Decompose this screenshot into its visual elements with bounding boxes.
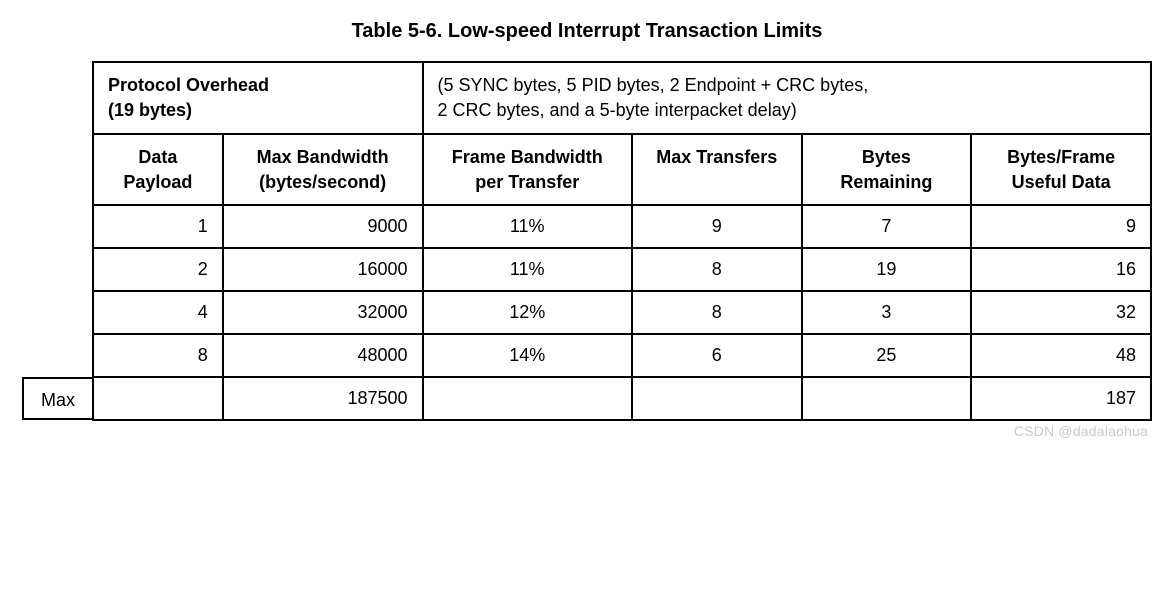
cell-useful: 187 — [971, 377, 1151, 420]
cell-frame-bw: 11% — [423, 205, 632, 248]
cell-max-bw: 32000 — [223, 291, 423, 334]
protocol-overhead-bytes: (19 bytes) — [108, 100, 192, 120]
cell-payload — [93, 377, 223, 420]
col-max-transfers: Max Transfers — [632, 134, 802, 205]
protocol-overhead-row: Protocol Overhead (19 bytes) (5 SYNC byt… — [93, 62, 1151, 134]
column-header-row: Data Payload Max Bandwidth (bytes/second… — [93, 134, 1151, 205]
cell-payload: 1 — [93, 205, 223, 248]
cell-useful: 9 — [971, 205, 1151, 248]
cell-frame-bw: 11% — [423, 248, 632, 291]
cell-bytes-rem: 7 — [802, 205, 972, 248]
cell-max-xfer — [632, 377, 802, 420]
cell-bytes-rem: 3 — [802, 291, 972, 334]
cell-max-xfer: 8 — [632, 248, 802, 291]
col-bytes-remaining: Bytes Remaining — [802, 134, 972, 205]
cell-max-xfer: 6 — [632, 334, 802, 377]
watermark: CSDN @dadalaohua — [22, 423, 1152, 439]
protocol-overhead-desc-2: 2 CRC bytes, and a 5-byte interpacket de… — [438, 100, 797, 120]
protocol-overhead-desc-1: (5 SYNC bytes, 5 PID bytes, 2 Endpoint +… — [438, 75, 869, 95]
table-caption: Table 5-6. Low-speed Interrupt Transacti… — [22, 20, 1152, 43]
cell-payload: 8 — [93, 334, 223, 377]
cell-max-xfer: 8 — [632, 291, 802, 334]
table-figure: Table 5-6. Low-speed Interrupt Transacti… — [22, 20, 1152, 439]
cell-bytes-rem: 25 — [802, 334, 972, 377]
protocol-overhead-label: Protocol Overhead — [108, 75, 269, 95]
cell-max-bw: 48000 — [223, 334, 423, 377]
protocol-overhead-desc-cell: (5 SYNC bytes, 5 PID bytes, 2 Endpoint +… — [423, 62, 1151, 134]
table-row: 8 48000 14% 6 25 48 — [93, 334, 1151, 377]
cell-bytes-rem: 19 — [802, 248, 972, 291]
table-row: 4 32000 12% 8 3 32 — [93, 291, 1151, 334]
cell-frame-bw — [423, 377, 632, 420]
cell-useful: 32 — [971, 291, 1151, 334]
table-row: 2 16000 11% 8 19 16 — [93, 248, 1151, 291]
cell-max-bw: 9000 — [223, 205, 423, 248]
cell-max-xfer: 9 — [632, 205, 802, 248]
cell-frame-bw: 14% — [423, 334, 632, 377]
col-max-bandwidth: Max Bandwidth (bytes/second) — [223, 134, 423, 205]
table-row: 1 9000 11% 9 7 9 — [93, 205, 1151, 248]
cell-payload: 4 — [93, 291, 223, 334]
cell-bytes-rem — [802, 377, 972, 420]
protocol-overhead-label-cell: Protocol Overhead (19 bytes) — [93, 62, 423, 134]
max-row-label: Max — [22, 377, 92, 420]
col-data-payload: Data Payload — [93, 134, 223, 205]
cell-useful: 48 — [971, 334, 1151, 377]
cell-useful: 16 — [971, 248, 1151, 291]
col-frame-bandwidth: Frame Bandwidth per Transfer — [423, 134, 632, 205]
cell-max-bw: 16000 — [223, 248, 423, 291]
max-row: 187500 187 — [93, 377, 1151, 420]
col-bytes-frame-useful: Bytes/Frame Useful Data — [971, 134, 1151, 205]
cell-max-bw: 187500 — [223, 377, 423, 420]
limits-table: Protocol Overhead (19 bytes) (5 SYNC byt… — [92, 61, 1152, 421]
cell-payload: 2 — [93, 248, 223, 291]
cell-frame-bw: 12% — [423, 291, 632, 334]
